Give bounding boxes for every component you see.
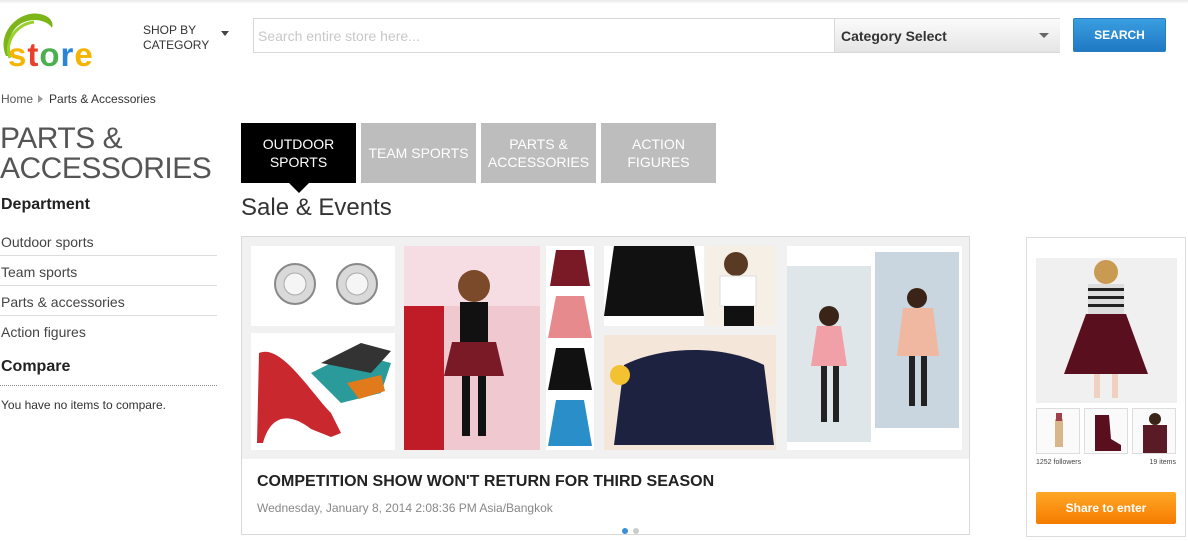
- shop-by-category-menu[interactable]: SHOP BY CATEGORY: [143, 23, 215, 53]
- search-input[interactable]: [254, 19, 834, 52]
- category-select-label: Category Select: [841, 28, 947, 44]
- woman-office-image: [787, 246, 962, 450]
- top-shadow: [0, 0, 1188, 4]
- compare-empty-text: You have no items to compare.: [1, 398, 166, 412]
- slide-caption[interactable]: COMPETITION SHOW WON'T RETURN FOR THIRD …: [257, 473, 714, 491]
- heels-image: [251, 333, 395, 450]
- navy-skirt-image: [604, 335, 776, 450]
- department-item-outdoor-sports[interactable]: Outdoor sports: [0, 226, 217, 256]
- widget-thumb-top[interactable]: [1132, 408, 1176, 454]
- department-item-action-figures[interactable]: Action figures: [0, 316, 217, 346]
- tab-action-figures[interactable]: ACTION FIGURES: [601, 123, 716, 183]
- slider-pagination: [622, 521, 644, 539]
- category-select[interactable]: Category Select: [834, 19, 1060, 52]
- widget-followers: 1252 followers: [1036, 459, 1082, 466]
- department-heading: Department: [1, 196, 90, 213]
- chevron-down-icon: [1039, 33, 1049, 38]
- search-bar: Category Select: [253, 18, 1060, 53]
- page-title: PARTS & ACCESSORIES: [0, 122, 212, 185]
- black-skirt-image: [604, 246, 704, 326]
- skirts-column-image: [546, 246, 594, 450]
- compare-divider: [0, 385, 217, 386]
- slider-dot-active[interactable]: [622, 528, 628, 534]
- store-logo[interactable]: store: [0, 8, 135, 73]
- search-button[interactable]: SEARCH: [1073, 18, 1166, 52]
- department-item-parts-accessories[interactable]: Parts & accessories: [0, 286, 217, 316]
- tab-outdoor-sports[interactable]: OUTDOOR SPORTS: [241, 123, 356, 193]
- tab-parts-accessories[interactable]: PARTS & ACCESSORIES: [481, 123, 596, 183]
- earrings-image: [251, 246, 395, 326]
- widget-thumb-lipstick[interactable]: [1036, 408, 1080, 454]
- widget-item-count: 19 items: [1149, 459, 1176, 466]
- woman-red-dress-image: [404, 246, 540, 450]
- logo-wordmark: store: [8, 36, 94, 73]
- widget-thumb-boots[interactable]: [1084, 408, 1128, 454]
- share-to-enter-button[interactable]: Share to enter: [1036, 492, 1176, 524]
- slider-dot[interactable]: [633, 528, 639, 534]
- woman-white-top-image: [706, 246, 776, 326]
- slide-date: Wednesday, January 8, 2014 2:08:36 PM As…: [257, 501, 553, 515]
- tab-team-sports[interactable]: TEAM SPORTS: [361, 123, 476, 183]
- chevron-down-icon[interactable]: [221, 31, 229, 36]
- department-list: Outdoor sports Team sports Parts & acces…: [0, 226, 217, 346]
- compare-heading: Compare: [1, 358, 71, 375]
- breadcrumb: Home Parts & Accessories: [1, 92, 156, 106]
- department-item-team-sports[interactable]: Team sports: [0, 256, 217, 286]
- share-widget: 1252 followers 19 items Share to enter: [1026, 237, 1186, 537]
- breadcrumb-current: Parts & Accessories: [49, 92, 156, 106]
- breadcrumb-separator-icon: [38, 95, 44, 103]
- section-title: Sale & Events: [241, 194, 392, 221]
- widget-main-image[interactable]: [1036, 258, 1177, 403]
- slide-image[interactable]: [242, 237, 969, 459]
- breadcrumb-home[interactable]: Home: [1, 92, 33, 106]
- event-slider[interactable]: COMPETITION SHOW WON'T RETURN FOR THIRD …: [241, 236, 970, 535]
